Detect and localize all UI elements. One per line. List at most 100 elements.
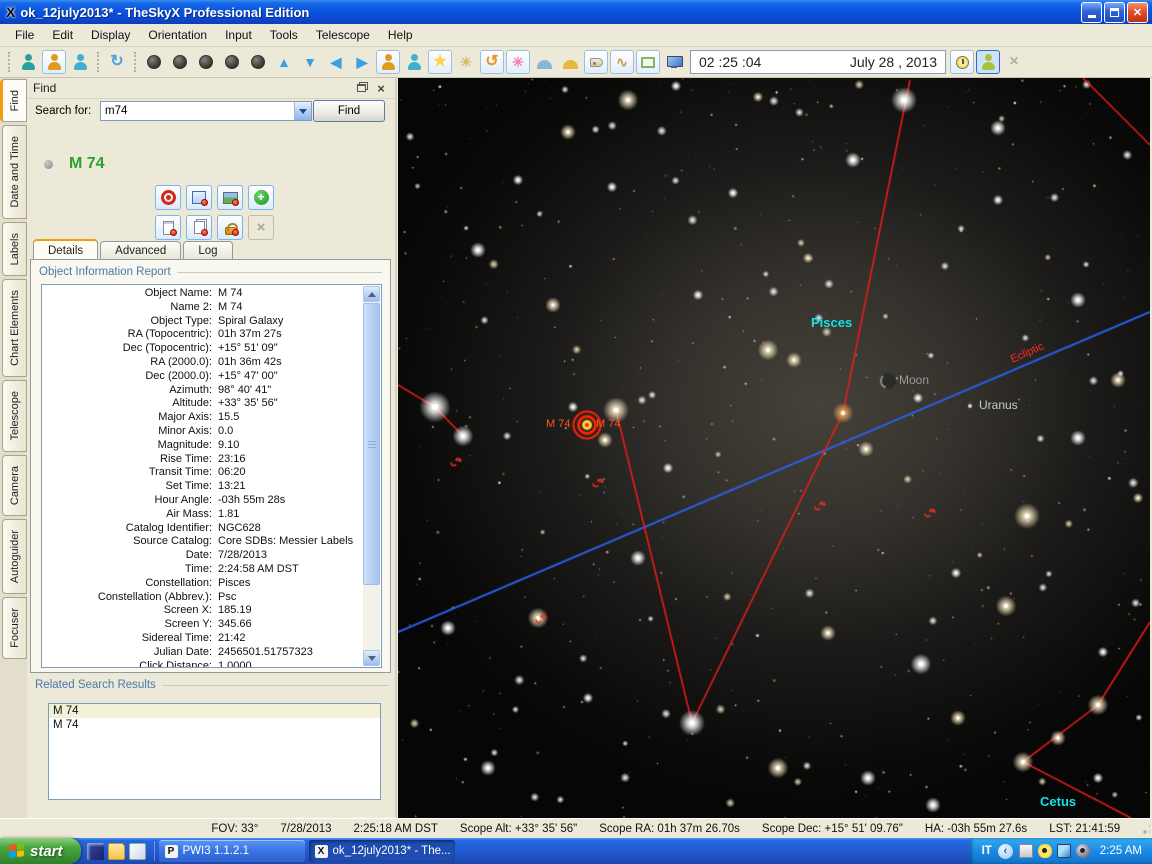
sidebar-tab-autoguider[interactable]: Autoguider	[2, 519, 27, 594]
report-field-label: Screen Y:	[42, 618, 218, 632]
report-field-label: Hour Angle:	[42, 494, 218, 508]
fov-frame-icon[interactable]	[636, 50, 660, 74]
menu-telescope[interactable]: Telescope	[307, 25, 379, 45]
star-icon[interactable]: ★	[428, 50, 452, 74]
report-field-value: 15.5	[218, 411, 239, 425]
quicklaunch-folder-icon[interactable]	[108, 843, 125, 860]
minimize-button[interactable]	[1081, 2, 1102, 23]
object-action-buttons: +×	[155, 185, 274, 245]
sidebar-tab-labels[interactable]: Labels	[2, 222, 27, 276]
quicklaunch-browser-icon[interactable]	[129, 843, 146, 860]
time-stop-icon[interactable]	[194, 50, 218, 74]
title-bar[interactable]: X ok_12july2013* - TheSkyX Professional …	[0, 0, 1152, 24]
user-blue-icon[interactable]	[68, 50, 92, 74]
tab-details[interactable]: Details	[33, 239, 98, 259]
frame-target-button[interactable]	[186, 185, 212, 210]
time-skip-back2-icon[interactable]	[142, 50, 166, 74]
lock-button[interactable]	[217, 215, 243, 240]
list-item[interactable]: M 74	[49, 718, 380, 732]
time-skip-forward2-icon[interactable]	[246, 50, 270, 74]
arrow-up-icon[interactable]: ▲	[272, 50, 296, 74]
sidebar-tab-focuser[interactable]: Focuser	[2, 597, 27, 659]
scroll-down-icon[interactable]	[363, 650, 380, 666]
menu-help[interactable]: Help	[379, 25, 422, 45]
splat-icon[interactable]: ✳	[506, 50, 530, 74]
combo-dropdown-icon[interactable]	[294, 102, 311, 120]
object-information-report[interactable]: Object Name:M 74Name 2:M 74Object Type:S…	[41, 284, 382, 668]
report-row: Screen Y:345.66	[42, 618, 363, 632]
list-item[interactable]: M 74	[49, 704, 380, 718]
find-button[interactable]: Find	[313, 100, 385, 122]
report-scrollbar[interactable]	[363, 286, 380, 666]
maximize-button[interactable]	[1104, 2, 1125, 23]
user-blue2-icon[interactable]	[402, 50, 426, 74]
report-row: Azimuth:98° 40' 41"	[42, 384, 363, 398]
time-date-display[interactable]: 02 :25 :04 July 28 , 2013	[690, 50, 946, 74]
dome-yellow-icon[interactable]	[558, 50, 582, 74]
sidebar-tab-telescope[interactable]: Telescope	[2, 380, 27, 452]
sidebar-tab-camera[interactable]: Camera	[2, 455, 27, 516]
dome-blue-icon[interactable]	[532, 50, 556, 74]
arrow-down-icon[interactable]: ▼	[298, 50, 322, 74]
clock-set-icon[interactable]	[950, 50, 974, 74]
report-row: Screen X:185.19	[42, 604, 363, 618]
sidebar-tab-date-and-time[interactable]: Date and Time	[2, 125, 27, 219]
menu-file[interactable]: File	[6, 25, 43, 45]
search-label: Search for:	[35, 105, 91, 117]
computer-time-icon[interactable]	[662, 50, 686, 74]
related-group-title: Related Search Results	[35, 679, 389, 691]
show-photo-button[interactable]	[217, 185, 243, 210]
copy-report-button[interactable]	[186, 215, 212, 240]
application-window: X ok_12july2013* - TheSkyX Professional …	[0, 0, 1152, 864]
squiggle-path-icon[interactable]: ∿	[610, 50, 634, 74]
refresh-icon[interactable]: ↻	[105, 50, 129, 74]
tab-log[interactable]: Log	[183, 241, 232, 261]
tray-network-icon[interactable]	[1057, 844, 1071, 858]
scroll-up-icon[interactable]	[363, 286, 380, 302]
report-row: Major Axis:15.5	[42, 411, 363, 425]
sidebar-tab-find[interactable]: Find	[0, 79, 27, 122]
time-skip-forward-icon[interactable]	[220, 50, 244, 74]
scrollbar-thumb[interactable]	[363, 303, 380, 585]
hand-pan-icon[interactable]	[16, 50, 40, 74]
sun-icon[interactable]: ☀	[454, 50, 478, 74]
quicklaunch-app-icon[interactable]	[87, 843, 104, 860]
sky-chart-canvas[interactable]	[398, 78, 1150, 818]
language-indicator[interactable]: IT	[982, 845, 992, 857]
clear-x-icon[interactable]: ×	[1002, 50, 1026, 74]
menu-input[interactable]: Input	[216, 25, 261, 45]
user-orange-icon[interactable]	[42, 50, 66, 74]
arrow-right-icon[interactable]: ▶	[350, 50, 374, 74]
tab-advanced[interactable]: Advanced	[100, 241, 181, 261]
close-button[interactable]: ✕	[1127, 2, 1148, 23]
close-panel-icon[interactable]: ×	[373, 81, 389, 96]
arrow-left-icon[interactable]: ◀	[324, 50, 348, 74]
float-panel-icon[interactable]	[353, 81, 369, 96]
menu-edit[interactable]: Edit	[43, 25, 82, 45]
search-input[interactable]: m74	[100, 101, 312, 121]
report-button[interactable]	[155, 215, 181, 240]
user-orange2-icon[interactable]	[376, 50, 400, 74]
menu-display[interactable]: Display	[82, 25, 139, 45]
tray-chevron-icon[interactable]: ‹	[998, 844, 1013, 859]
status-item-0: FOV: 33°	[211, 823, 258, 835]
task-button-1[interactable]: Xok_12july2013* - The...	[309, 840, 455, 862]
task-button-0[interactable]: PPWI3 1.1.2.1	[159, 840, 305, 862]
tray-window-icon[interactable]	[1019, 844, 1033, 858]
undo-swirl-icon[interactable]: ↺	[480, 50, 504, 74]
label-tag-icon[interactable]	[584, 50, 608, 74]
user-time-icon[interactable]	[976, 50, 1000, 74]
related-search-results-list[interactable]: M 74M 74	[48, 703, 381, 800]
menu-tools[interactable]: Tools	[261, 25, 307, 45]
sky-chart[interactable]: PiscesCetusMoonUranusEclipticM 74M 74	[398, 78, 1150, 818]
add-target-button[interactable]: +	[248, 185, 274, 210]
center-slew-button[interactable]	[155, 185, 181, 210]
time-skip-back-icon[interactable]	[168, 50, 192, 74]
tray-eye-icon[interactable]	[1038, 844, 1052, 858]
start-button[interactable]: start	[0, 838, 81, 864]
resize-grip[interactable]	[1142, 823, 1150, 835]
sidebar-tab-chart-elements[interactable]: Chart Elements	[2, 279, 27, 377]
date-value: July 28 , 2013	[850, 54, 937, 70]
tray-camera-icon[interactable]	[1076, 844, 1090, 858]
menu-orientation[interactable]: Orientation	[139, 25, 216, 45]
